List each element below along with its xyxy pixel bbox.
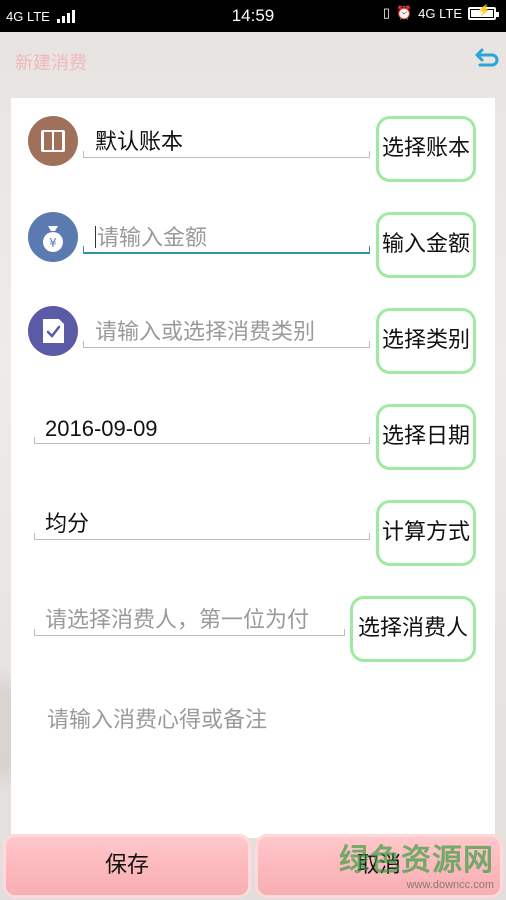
checklist-icon <box>28 306 78 356</box>
alarm-icon: ⏰ <box>395 5 413 20</box>
network-label-right: 4G LTE <box>418 5 462 21</box>
status-icons-right: ▯ ⏰ 4G LTE ⚡ <box>382 5 499 21</box>
date-row: 2016-09-09 选择日期 <box>11 386 495 470</box>
category-row: 请输入或选择消费类别 选择类别 <box>11 290 495 374</box>
save-button[interactable]: 保存 <box>3 834 251 898</box>
text-cursor <box>95 226 96 248</box>
battery-icon: ⚡ <box>468 5 499 20</box>
vibrate-icon: ▯ <box>382 5 390 20</box>
account-row: 默认账本 选择账本 <box>11 98 495 182</box>
account-field[interactable]: 默认账本 <box>83 128 370 158</box>
select-date-button[interactable]: 选择日期 <box>376 404 476 470</box>
payer-row: 请选择消费人，第一位为付 选择消费人 <box>11 578 495 662</box>
money-bag-icon: ¥ <box>28 212 78 262</box>
status-bar: 4G LTE 14:59 ▯ ⏰ 4G LTE ⚡ <box>0 0 506 32</box>
method-row: 均分 计算方式 <box>11 482 495 566</box>
select-category-button[interactable]: 选择类别 <box>376 308 476 374</box>
account-value: 默认账本 <box>95 130 184 155</box>
amount-placeholder: 请输入金额 <box>97 226 208 251</box>
category-input[interactable]: 请输入或选择消费类别 <box>83 318 370 348</box>
method-value: 均分 <box>45 512 90 537</box>
page-title: 新建消费 <box>15 53 87 74</box>
payer-placeholder: 请选择消费人，第一位为付 <box>45 608 310 633</box>
payer-input[interactable]: 请选择消费人，第一位为付 <box>34 606 345 636</box>
calculation-method-button[interactable]: 计算方式 <box>376 500 476 566</box>
cancel-button[interactable]: 取消 <box>255 834 503 898</box>
expense-form-card: 默认账本 选择账本 ¥ 请输入金额 输入金额 请输入或选择消费类别 选择类别 2… <box>11 98 495 838</box>
date-field[interactable]: 2016-09-09 <box>34 414 370 444</box>
svg-text:¥: ¥ <box>49 236 57 250</box>
back-arrow-icon[interactable] <box>472 46 500 74</box>
note-input[interactable]: 请输入消费心得或备注 <box>47 702 267 734</box>
select-account-button[interactable]: 选择账本 <box>376 116 476 182</box>
enter-amount-button[interactable]: 输入金额 <box>376 212 476 278</box>
app-header: 新建消费 <box>0 32 506 88</box>
book-icon <box>28 116 78 166</box>
amount-input[interactable]: 请输入金额 <box>83 224 370 254</box>
category-placeholder: 请输入或选择消费类别 <box>95 320 316 345</box>
select-payer-button[interactable]: 选择消费人 <box>350 596 476 662</box>
date-value: 2016-09-09 <box>45 416 158 441</box>
amount-row: ¥ 请输入金额 输入金额 <box>11 194 495 278</box>
calculation-method-field[interactable]: 均分 <box>34 510 370 540</box>
